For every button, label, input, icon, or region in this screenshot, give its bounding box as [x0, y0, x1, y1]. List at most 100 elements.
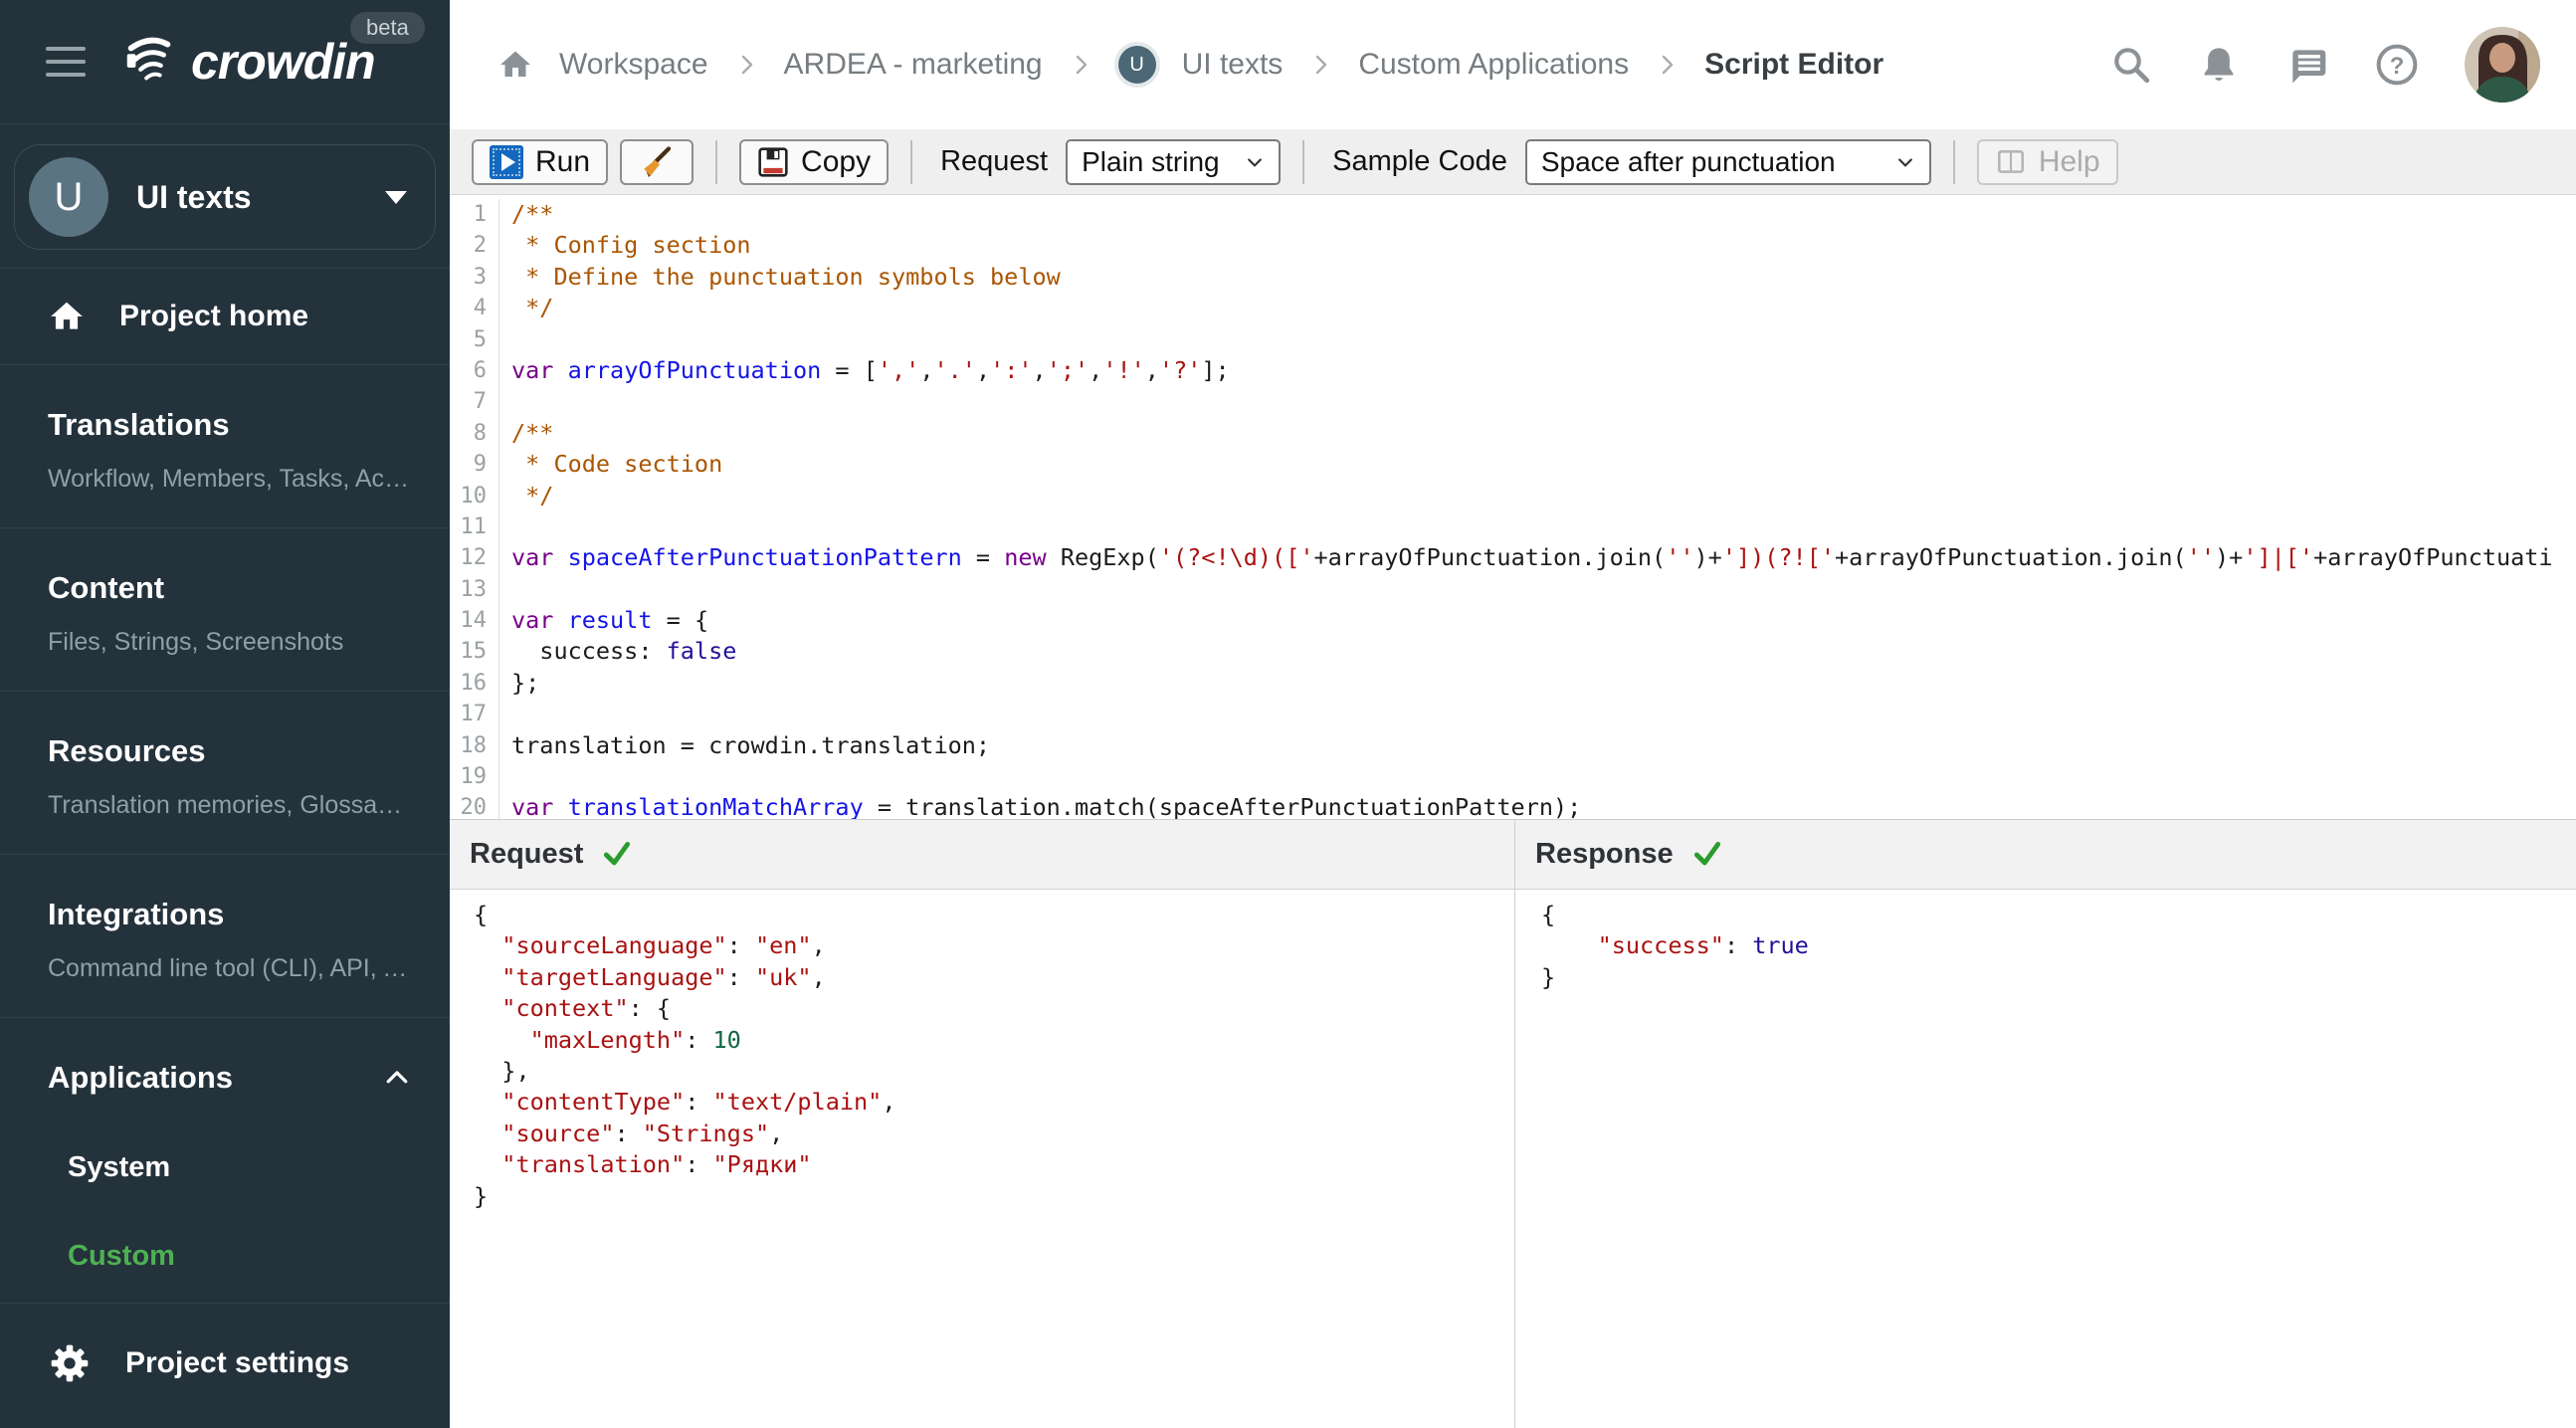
project-name: UI texts: [136, 178, 252, 215]
breadcrumb-custom-applications[interactable]: Custom Applications: [1358, 48, 1629, 82]
hamburger-menu-icon[interactable]: [46, 47, 86, 77]
code-line: {: [1541, 901, 1556, 928]
code-line: },: [474, 1056, 530, 1085]
code-line: 3 * Define the punctuation symbols below: [450, 261, 2576, 294]
toolbar-separator: [910, 139, 913, 184]
section-subtitle: Translation memories, Glossari…: [48, 791, 410, 819]
chevron-right-icon: [1076, 55, 1087, 75]
response-panel: Response { "success": true}: [1515, 820, 2576, 1428]
search-icon[interactable]: [2110, 44, 2152, 86]
topbar: Workspace ARDEA - marketing U UI texts C…: [450, 0, 2576, 129]
line-number: 18: [450, 729, 499, 762]
line-number: 5: [450, 323, 499, 355]
sidebar-item-label: Project home: [119, 300, 309, 332]
code-line: "translation": "Рядки": [501, 1150, 812, 1179]
breadcrumb-workspace[interactable]: Workspace: [559, 48, 708, 82]
sidebar-section-applications: Applications System Custom: [0, 1018, 450, 1303]
request-response-panels: Request { "sourceLanguage": "en", "targe…: [450, 819, 2576, 1428]
chevron-right-icon: [1662, 55, 1674, 75]
chevron-up-icon: [386, 1071, 408, 1084]
line-number: 8: [450, 417, 499, 450]
line-number: 3: [450, 261, 499, 294]
sample-code-select[interactable]: Space after punctuation: [1524, 138, 1931, 185]
code-line: "maxLength": 10: [529, 1025, 741, 1054]
bell-icon[interactable]: [2198, 44, 2240, 86]
line-number: 16: [450, 667, 499, 700]
crowdin-logo-icon: [126, 37, 171, 81]
user-avatar[interactable]: [2465, 27, 2540, 102]
toolbar-separator: [1952, 139, 1955, 184]
code-line: 1/**: [450, 199, 2576, 231]
code-line: 7: [450, 386, 2576, 418]
section-subtitle: Workflow, Members, Tasks, Act…: [48, 465, 410, 493]
svg-text:?: ?: [2390, 53, 2405, 80]
line-number: 7: [450, 386, 499, 418]
code-line: 14 var result = {: [450, 605, 2576, 637]
run-button[interactable]: Run: [472, 138, 609, 185]
sidebar-item-content[interactable]: Content Files, Strings, Screenshots: [0, 528, 450, 691]
section-title: Integrations: [48, 897, 225, 931]
breadcrumb-home-icon[interactable]: [497, 47, 533, 83]
breadcrumb-project-badge: U: [1117, 46, 1156, 84]
check-icon: [1693, 841, 1720, 865]
line-number: 15: [450, 636, 499, 668]
project-avatar: U: [29, 157, 108, 237]
sidebar-item-project-settings[interactable]: Project settings: [0, 1304, 450, 1385]
sample-code-label: Sample Code: [1332, 145, 1507, 177]
sidebar-item-resources[interactable]: Resources Translation memories, Glossari…: [0, 692, 450, 854]
code-line: 17: [450, 699, 2576, 730]
line-number: 17: [450, 699, 499, 730]
home-icon: [51, 302, 83, 329]
sidebar-item-integrations[interactable]: Integrations Command line tool (CLI), AP…: [0, 855, 450, 1017]
copy-button[interactable]: Copy: [739, 138, 890, 185]
breadcrumb-script-editor: Script Editor: [1704, 48, 1884, 81]
help-icon[interactable]: ?: [2375, 43, 2419, 87]
code-line: 8/**: [450, 417, 2576, 450]
line-number: 20: [450, 792, 499, 819]
request-title: Request: [470, 838, 584, 870]
request-format-select[interactable]: Plain string: [1066, 138, 1282, 185]
chat-icon[interactable]: [2285, 43, 2329, 87]
format-brush-button[interactable]: [620, 138, 694, 185]
request-json-editor[interactable]: { "sourceLanguage": "en", "targetLanguag…: [450, 890, 1514, 1428]
code-line: 12 var spaceAfterPunctuationPattern = new…: [450, 542, 2576, 574]
sidebar-item-translations[interactable]: Translations Workflow, Members, Tasks, A…: [0, 365, 450, 527]
line-number: 4: [450, 293, 499, 324]
code-line: 18 translation = crowdin.translation;: [450, 729, 2576, 762]
code-line: 20 var translationMatchArray = translatio…: [450, 792, 2576, 819]
code-line: 9 * Code section: [450, 449, 2576, 481]
sidebar-header: crowdin beta: [0, 0, 450, 123]
sidebar-item-custom[interactable]: Custom: [48, 1240, 412, 1273]
code-line: "success": true: [1597, 931, 1809, 960]
project-selector[interactable]: U UI texts: [14, 144, 436, 250]
code-line: "contentType": "text/plain",: [501, 1088, 896, 1117]
breadcrumb-project[interactable]: ARDEA - marketing: [784, 48, 1043, 82]
code-line: }: [1541, 962, 1556, 991]
code-line: "context": {: [501, 994, 672, 1023]
crowdin-logo[interactable]: crowdin: [119, 31, 376, 93]
section-title: Resources: [48, 733, 206, 768]
sidebar-item-applications[interactable]: Applications: [48, 1060, 412, 1096]
response-json-viewer: { "success": true}: [1515, 890, 2576, 1428]
section-title: Translations: [48, 407, 230, 442]
toolbar-separator: [1302, 139, 1305, 184]
line-number: 1: [450, 199, 499, 231]
script-editor-toolbar: Run Copy Request Plain string Sample Cod…: [450, 129, 2576, 195]
code-line: 2 * Config section: [450, 230, 2576, 262]
breadcrumb-ui-texts[interactable]: UI texts: [1182, 48, 1284, 82]
help-button[interactable]: Help: [1976, 138, 2118, 185]
request-format-value: Plain string: [1082, 145, 1220, 177]
save-icon: [758, 146, 788, 177]
request-format-label: Request: [940, 145, 1049, 177]
code-line: 6 var arrayOfPunctuation = [',','.',':','…: [450, 354, 2576, 387]
response-panel-header: Response: [1515, 820, 2576, 890]
line-number: 6: [450, 354, 499, 387]
request-panel: Request { "sourceLanguage": "en", "targe…: [450, 820, 1514, 1428]
code-editor[interactable]: 1/** 2 * Config section 3 * Define the pun…: [450, 195, 2576, 819]
sidebar-item-project-home[interactable]: Project home: [0, 269, 450, 364]
check-icon: [604, 841, 631, 865]
chevron-down-icon: [385, 190, 407, 204]
chevron-right-icon: [1316, 55, 1327, 75]
sidebar-item-system[interactable]: System: [48, 1151, 412, 1184]
chevron-right-icon: [741, 55, 752, 75]
